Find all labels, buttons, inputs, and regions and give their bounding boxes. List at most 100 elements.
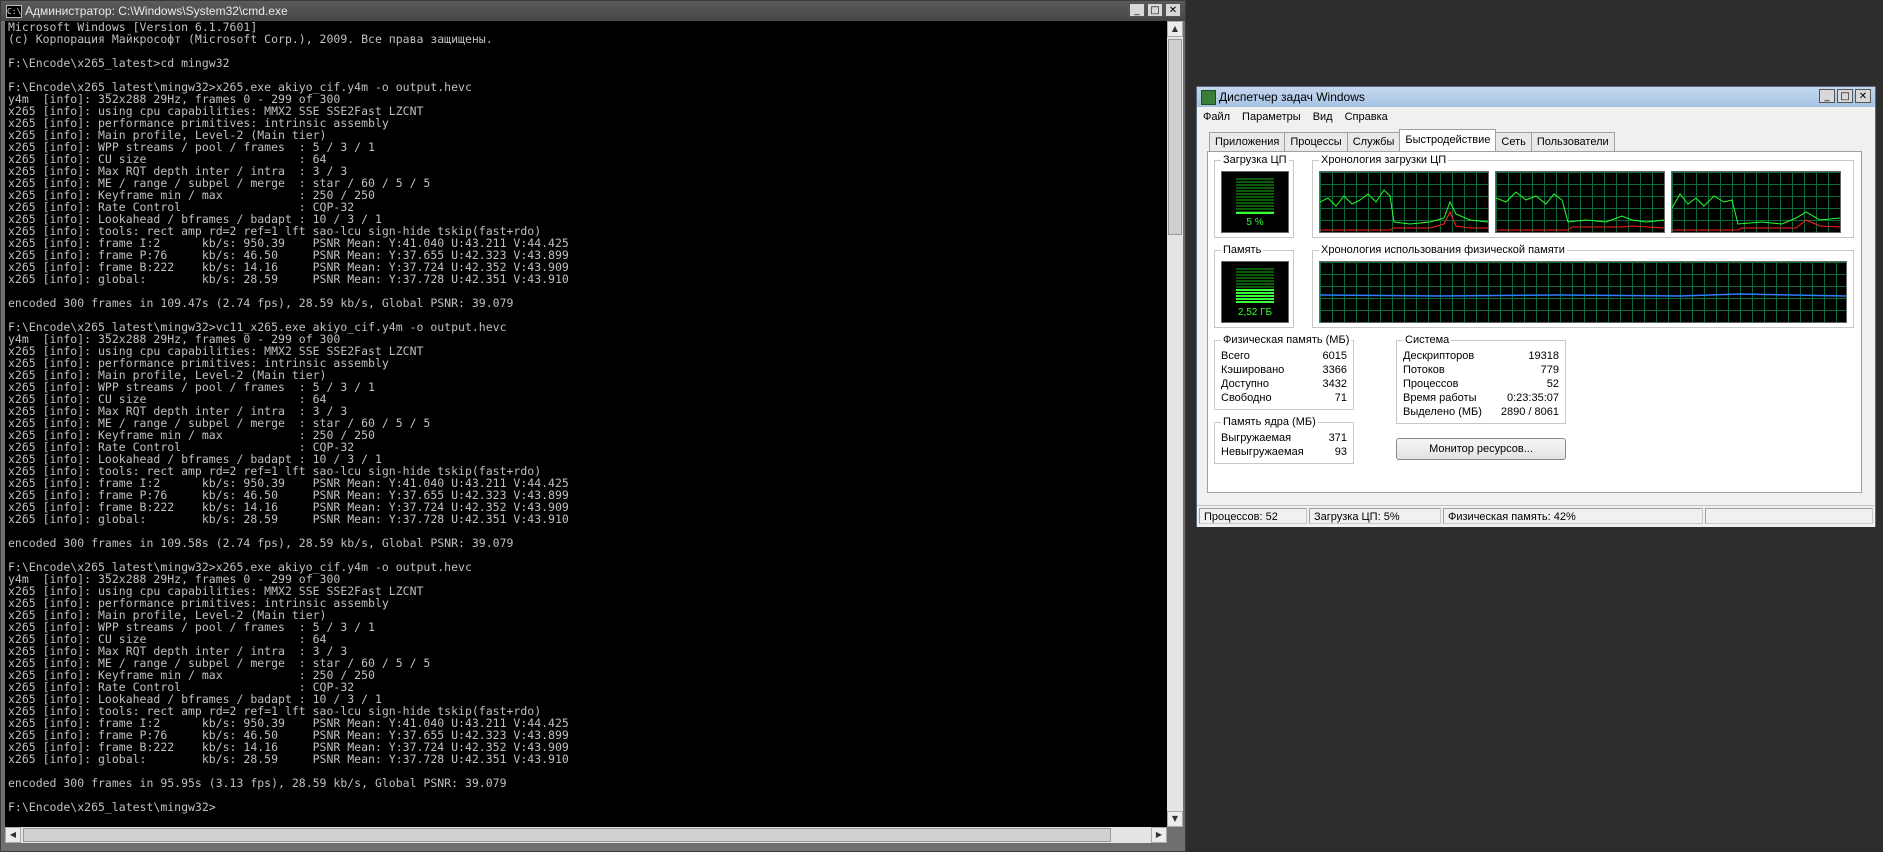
taskmgr-titlebar[interactable]: Диспетчер задач Windows _ □ ✕ [1197, 87, 1875, 107]
status-empty [1705, 508, 1873, 524]
cmd-close-button[interactable]: ✕ [1165, 3, 1181, 17]
status-cpu: Загрузка ЦП: 5% [1309, 508, 1441, 524]
cmd-title: Администратор: C:\Windows\System32\cmd.e… [25, 4, 288, 18]
tab-users[interactable]: Пользователи [1530, 132, 1615, 151]
stat-value: 19318 [1528, 350, 1559, 362]
scroll-left-icon[interactable]: ◀ [5, 827, 21, 843]
memory-history-label: Хронология использования физической памя… [1319, 244, 1567, 256]
tab-applications[interactable]: Приложения [1209, 132, 1286, 151]
cpu-history-graph-core-2 [1495, 171, 1665, 233]
physical-row-free: Свободно 71 [1221, 391, 1347, 405]
stat-value: 93 [1334, 446, 1347, 458]
taskmgr-menubar: Файл Параметры Вид Справка [1197, 107, 1875, 127]
system-label: Система [1403, 334, 1452, 346]
scroll-down-icon[interactable]: ▼ [1167, 811, 1183, 827]
cpu-history-graph-core-1 [1319, 171, 1489, 233]
menu-help[interactable]: Справка [1339, 107, 1394, 127]
taskmgr-maximize-button[interactable]: □ [1837, 89, 1853, 103]
taskmgr-tabs: Приложения Процессы Службы Быстродействи… [1209, 129, 1615, 151]
cmd-window: C:\ Администратор: C:\Windows\System32\c… [0, 0, 1186, 852]
system-row-threads: Потоков 779 [1403, 363, 1559, 377]
memory-history-graph [1319, 261, 1847, 323]
stat-key: Выгружаемая [1221, 432, 1292, 444]
taskmgr-title: Диспетчер задач Windows [1219, 90, 1365, 104]
stat-value: 52 [1546, 378, 1559, 390]
stat-value: 3366 [1322, 364, 1347, 376]
stat-value: 0:23:35:07 [1507, 392, 1559, 404]
console-output: Microsoft Windows [Version 6.1.7601] (c)… [8, 21, 569, 814]
tab-services[interactable]: Службы [1346, 132, 1401, 151]
horizontal-scroll-thumb[interactable] [23, 828, 1111, 842]
console-vertical-scrollbar[interactable]: ▲ ▼ [1167, 21, 1183, 827]
cpu-usage-value: 5 % [1246, 217, 1264, 228]
tab-processes[interactable]: Процессы [1284, 132, 1348, 151]
performance-panel: Загрузка ЦП 5 % Хронология загрузки ЦП П… [1207, 151, 1862, 493]
kernel-row-nonpaged: Невыгружаемая 93 [1221, 445, 1347, 459]
stat-value: 6015 [1322, 350, 1347, 362]
stat-value: 71 [1334, 392, 1347, 404]
resource-monitor-button[interactable]: Монитор ресурсов... [1396, 438, 1566, 460]
stat-key: Дескрипторов [1403, 350, 1475, 362]
stat-key: Свободно [1221, 392, 1272, 404]
cpu-usage-group: Загрузка ЦП 5 % [1214, 154, 1294, 238]
stat-value: 779 [1540, 364, 1559, 376]
physical-memory-label: Физическая память (МБ) [1221, 334, 1352, 346]
system-group: Система Дескрипторов 19318 Потоков 779 Про… [1396, 334, 1566, 424]
kernel-memory-group: Память ядра (МБ) Выгружаемая 371 Невыгруж… [1214, 416, 1354, 464]
stat-value: 3432 [1322, 378, 1347, 390]
physical-row-cached: Кэшировано 3366 [1221, 363, 1347, 377]
kernel-memory-label: Память ядра (МБ) [1221, 416, 1318, 428]
taskmgr-minimize-button[interactable]: _ [1819, 89, 1835, 103]
stat-key: Невыгружаемая [1221, 446, 1304, 458]
stat-key: Выделено (МБ) [1403, 406, 1482, 418]
system-row-uptime: Время работы 0:23:35:07 [1403, 391, 1559, 405]
cpu-meter: 5 % [1221, 171, 1289, 233]
system-row-handles: Дескрипторов 19318 [1403, 349, 1559, 363]
tab-network[interactable]: Сеть [1495, 132, 1532, 151]
memory-meter-fill [1236, 288, 1274, 304]
cpu-usage-label: Загрузка ЦП [1221, 154, 1289, 166]
cmd-minimize-button[interactable]: _ [1129, 3, 1145, 17]
status-memory: Физическая память: 42% [1443, 508, 1703, 524]
physical-row-available: Доступно 3432 [1221, 377, 1347, 391]
system-row-commit: Выделено (МБ) 2890 / 8061 [1403, 405, 1559, 419]
stat-key: Всего [1221, 350, 1250, 362]
taskmgr-statusbar: Процессов: 52 Загрузка ЦП: 5% Физическая… [1197, 505, 1875, 527]
vertical-scroll-thumb[interactable] [1168, 39, 1182, 235]
cpu-history-group: Хронология загрузки ЦП [1312, 154, 1854, 238]
cmd-maximize-button[interactable]: □ [1147, 3, 1163, 17]
console-area[interactable]: Microsoft Windows [Version 6.1.7601] (c)… [5, 21, 1167, 827]
stat-key: Доступно [1221, 378, 1270, 390]
cpu-core-1-lines [1320, 189, 1488, 231]
menu-view[interactable]: Вид [1307, 107, 1339, 127]
menu-options[interactable]: Параметры [1236, 107, 1307, 127]
system-row-processes: Процессов 52 [1403, 377, 1559, 391]
taskmgr-close-button[interactable]: ✕ [1855, 89, 1871, 103]
cpu-meter-bars [1236, 178, 1274, 214]
cmd-app-icon: C:\ [6, 5, 22, 18]
memory-history-line [1320, 293, 1846, 297]
task-manager-window: Диспетчер задач Windows _ □ ✕ Файл Параме… [1196, 86, 1876, 527]
stat-key: Время работы [1403, 392, 1477, 404]
console-horizontal-scrollbar[interactable]: ◀ ▶ [5, 827, 1167, 843]
memory-meter-bars [1236, 268, 1274, 304]
memory-label: Память [1221, 244, 1264, 256]
scroll-right-icon[interactable]: ▶ [1151, 827, 1167, 843]
cpu-history-label: Хронология загрузки ЦП [1319, 154, 1449, 166]
stat-key: Потоков [1403, 364, 1445, 376]
cmd-titlebar[interactable]: C:\ Администратор: C:\Windows\System32\c… [1, 1, 1185, 21]
kernel-row-paged: Выгружаемая 371 [1221, 431, 1347, 445]
stat-key: Кэшировано [1221, 364, 1285, 376]
stat-value: 371 [1328, 432, 1347, 444]
cpu-core-2-lines [1496, 191, 1664, 231]
physical-row-total: Всего 6015 [1221, 349, 1347, 363]
memory-group: Память 2,52 ГБ [1214, 244, 1294, 328]
physical-memory-group: Физическая память (МБ) Всего 6015 Кэширов… [1214, 334, 1354, 410]
stat-key: Процессов [1403, 378, 1459, 390]
taskmgr-app-icon [1201, 90, 1216, 105]
stat-value: 2890 / 8061 [1500, 406, 1559, 418]
menu-file[interactable]: Файл [1197, 107, 1236, 127]
scroll-up-icon[interactable]: ▲ [1167, 21, 1183, 37]
tab-performance[interactable]: Быстродействие [1399, 129, 1497, 151]
memory-usage-value: 2,52 ГБ [1237, 307, 1273, 318]
